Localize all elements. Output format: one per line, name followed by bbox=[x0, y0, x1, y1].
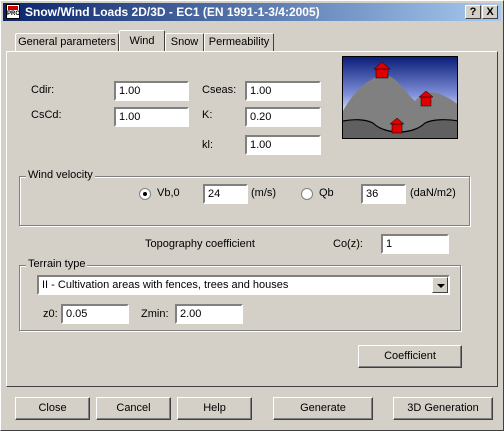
terrain-preview-image bbox=[342, 56, 458, 139]
co-label: Co(z): bbox=[333, 238, 363, 250]
close-button[interactable]: Close bbox=[15, 397, 90, 420]
generate-button[interactable]: Generate bbox=[273, 397, 373, 420]
qb-unit: (daN/m2) bbox=[410, 187, 456, 199]
help-button[interactable]: Help bbox=[177, 397, 252, 420]
kl-label: kl: bbox=[202, 139, 213, 151]
tab-general-parameters[interactable]: General parameters bbox=[15, 33, 119, 51]
tab-wind[interactable]: Wind bbox=[119, 30, 165, 51]
window-title: Snow/Wind Loads 2D/3D - EC1 (EN 1991-1-3… bbox=[25, 5, 320, 19]
cancel-button[interactable]: Cancel bbox=[96, 397, 171, 420]
k-label: K: bbox=[202, 109, 213, 121]
terrain-type-title: Terrain type bbox=[26, 258, 88, 270]
terrain-type-selected: II - Cultivation areas with fences, tree… bbox=[42, 279, 289, 291]
chevron-down-icon[interactable] bbox=[432, 277, 448, 293]
qb-label: Qb bbox=[319, 187, 334, 199]
cscd-field[interactable]: 1.00 bbox=[114, 107, 189, 127]
z0-field[interactable]: 0.05 bbox=[61, 304, 129, 324]
coefficient-button[interactable]: Coefficient bbox=[358, 345, 462, 368]
tab-snow[interactable]: Snow bbox=[165, 33, 204, 51]
app-icon: PRO bbox=[6, 4, 20, 19]
cscd-label: CsCd: bbox=[31, 109, 62, 121]
tab-permeability[interactable]: Permeability bbox=[204, 33, 274, 51]
help-title-button[interactable]: ? bbox=[465, 5, 481, 19]
cdir-field[interactable]: 1.00 bbox=[114, 81, 189, 101]
cseas-label: Cseas: bbox=[202, 84, 237, 96]
dialog-window: PRO Snow/Wind Loads 2D/3D - EC1 (EN 1991… bbox=[0, 0, 504, 431]
topography-label: Topography coefficient bbox=[145, 238, 255, 250]
zmin-label: Zmin: bbox=[141, 308, 169, 320]
wind-velocity-title: Wind velocity bbox=[26, 169, 95, 181]
kl-field[interactable]: 1.00 bbox=[245, 135, 321, 155]
radio-selected-dot bbox=[143, 192, 147, 196]
zmin-field[interactable]: 2.00 bbox=[175, 304, 243, 324]
terrain-illustration bbox=[343, 57, 457, 138]
3d-generation-button[interactable]: 3D Generation bbox=[393, 397, 493, 420]
z0-label: z0: bbox=[43, 308, 58, 320]
qb-field[interactable]: 36 bbox=[361, 184, 406, 204]
qb-radio[interactable] bbox=[301, 188, 313, 200]
vb0-label: Vb,0 bbox=[157, 187, 180, 199]
vb0-unit: (m/s) bbox=[251, 187, 277, 199]
vb0-radio[interactable] bbox=[139, 188, 151, 200]
title-bar[interactable]: PRO Snow/Wind Loads 2D/3D - EC1 (EN 1991… bbox=[3, 3, 501, 21]
cseas-field[interactable]: 1.00 bbox=[245, 81, 321, 101]
terrain-type-select[interactable]: II - Cultivation areas with fences, tree… bbox=[37, 275, 450, 295]
close-title-button[interactable]: X bbox=[482, 5, 498, 19]
k-field[interactable]: 0.20 bbox=[245, 107, 321, 127]
co-field[interactable]: 1 bbox=[381, 234, 449, 254]
vb0-field[interactable]: 24 bbox=[203, 184, 248, 204]
cdir-label: Cdir: bbox=[31, 84, 55, 96]
